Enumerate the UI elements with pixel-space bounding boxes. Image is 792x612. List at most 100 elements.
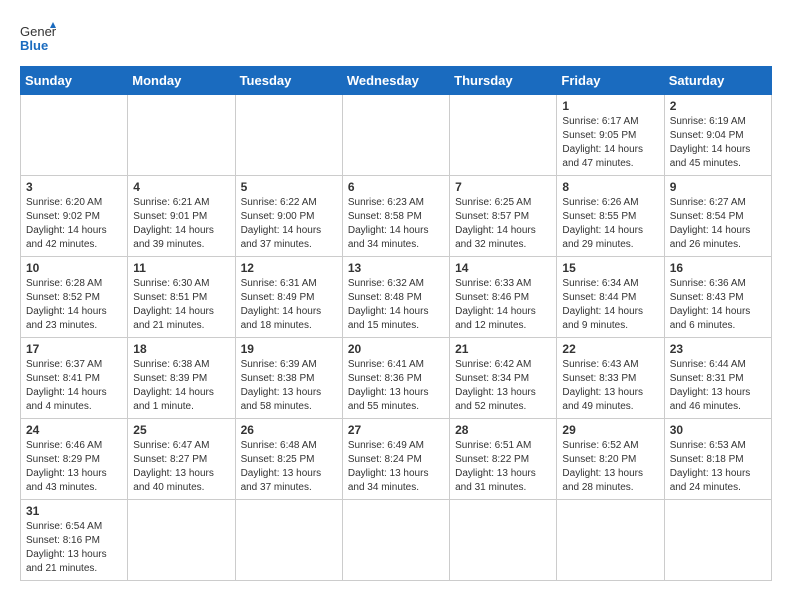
calendar-cell: 7 Sunrise: 6:25 AM Sunset: 8:57 PM Daylig… [450,176,557,257]
calendar-cell: 9 Sunrise: 6:27 AM Sunset: 8:54 PM Daylig… [664,176,771,257]
day-number: 18 [133,342,229,356]
day-info: Sunrise: 6:51 AM Sunset: 8:22 PM Dayligh… [455,439,551,495]
calendar-cell: 27 Sunrise: 6:49 AM Sunset: 8:24 PM Dayli… [342,419,449,500]
calendar-cell: 12 Sunrise: 6:31 AM Sunset: 8:49 PM Dayli… [235,257,342,338]
calendar-cell [450,500,557,581]
calendar-cell: 10Sunrise: 6:28 AM Sunset: 8:52 PM Dayli… [21,257,128,338]
day-info: Sunrise: 6:25 AM Sunset: 8:57 PM Dayligh… [455,196,551,252]
day-number: 29 [562,423,658,437]
calendar-cell: 11Sunrise: 6:30 AM Sunset: 8:51 PM Dayli… [128,257,235,338]
day-info: Sunrise: 6:53 AM Sunset: 8:18 PM Dayligh… [670,439,766,495]
day-info: Sunrise: 6:26 AM Sunset: 8:55 PM Dayligh… [562,196,658,252]
svg-text:Blue: Blue [20,38,48,53]
calendar-body: 1 Sunrise: 6:17 AM Sunset: 9:05 PM Daylig… [21,95,772,581]
calendar-week-row: 10Sunrise: 6:28 AM Sunset: 8:52 PM Dayli… [21,257,772,338]
day-number: 27 [348,423,444,437]
calendar-cell: 25Sunrise: 6:47 AM Sunset: 8:27 PM Dayli… [128,419,235,500]
calendar-cell: 31 Sunrise: 6:54 AM Sunset: 8:16 PM Dayli… [21,500,128,581]
calendar-week-row: 31 Sunrise: 6:54 AM Sunset: 8:16 PM Dayli… [21,500,772,581]
generalblue-logo-icon: General Blue [20,20,56,56]
calendar-cell [450,95,557,176]
day-info: Sunrise: 6:36 AM Sunset: 8:43 PM Dayligh… [670,277,766,333]
day-info: Sunrise: 6:28 AM Sunset: 8:52 PM Dayligh… [26,277,122,333]
day-number: 15 [562,261,658,275]
day-number: 12 [241,261,337,275]
header-tuesday: Tuesday [235,67,342,95]
day-info: Sunrise: 6:27 AM Sunset: 8:54 PM Dayligh… [670,196,766,252]
calendar-week-row: 24 Sunrise: 6:46 AM Sunset: 8:29 PM Dayli… [21,419,772,500]
calendar-cell: 18 Sunrise: 6:38 AM Sunset: 8:39 PM Dayli… [128,338,235,419]
day-number: 23 [670,342,766,356]
header-monday: Monday [128,67,235,95]
calendar-cell: 13Sunrise: 6:32 AM Sunset: 8:48 PM Dayli… [342,257,449,338]
day-info: Sunrise: 6:34 AM Sunset: 8:44 PM Dayligh… [562,277,658,333]
header-friday: Friday [557,67,664,95]
header-wednesday: Wednesday [342,67,449,95]
day-number: 17 [26,342,122,356]
calendar-cell: 3Sunrise: 6:20 AM Sunset: 9:02 PM Daylig… [21,176,128,257]
day-number: 7 [455,180,551,194]
day-info: Sunrise: 6:47 AM Sunset: 8:27 PM Dayligh… [133,439,229,495]
day-number: 6 [348,180,444,194]
calendar-cell [21,95,128,176]
day-info: Sunrise: 6:54 AM Sunset: 8:16 PM Dayligh… [26,520,122,576]
day-info: Sunrise: 6:33 AM Sunset: 8:46 PM Dayligh… [455,277,551,333]
calendar-cell: 1 Sunrise: 6:17 AM Sunset: 9:05 PM Daylig… [557,95,664,176]
day-info: Sunrise: 6:31 AM Sunset: 8:49 PM Dayligh… [241,277,337,333]
header-sunday: Sunday [21,67,128,95]
day-number: 16 [670,261,766,275]
calendar-cell [128,95,235,176]
day-info: Sunrise: 6:39 AM Sunset: 8:38 PM Dayligh… [241,358,337,414]
calendar-cell: 17 Sunrise: 6:37 AM Sunset: 8:41 PM Dayli… [21,338,128,419]
day-info: Sunrise: 6:41 AM Sunset: 8:36 PM Dayligh… [348,358,444,414]
calendar-cell [342,500,449,581]
calendar-cell: 21Sunrise: 6:42 AM Sunset: 8:34 PM Dayli… [450,338,557,419]
header: General Blue [20,20,772,56]
day-info: Sunrise: 6:19 AM Sunset: 9:04 PM Dayligh… [670,115,766,171]
calendar-cell: 23 Sunrise: 6:44 AM Sunset: 8:31 PM Dayli… [664,338,771,419]
day-number: 2 [670,99,766,113]
calendar-cell [342,95,449,176]
calendar-cell: 26Sunrise: 6:48 AM Sunset: 8:25 PM Dayli… [235,419,342,500]
calendar-cell [128,500,235,581]
day-info: Sunrise: 6:52 AM Sunset: 8:20 PM Dayligh… [562,439,658,495]
day-number: 9 [670,180,766,194]
calendar-cell: 2 Sunrise: 6:19 AM Sunset: 9:04 PM Daylig… [664,95,771,176]
day-info: Sunrise: 6:38 AM Sunset: 8:39 PM Dayligh… [133,358,229,414]
calendar-cell: 20 Sunrise: 6:41 AM Sunset: 8:36 PM Dayli… [342,338,449,419]
header-saturday: Saturday [664,67,771,95]
day-info: Sunrise: 6:44 AM Sunset: 8:31 PM Dayligh… [670,358,766,414]
day-number: 14 [455,261,551,275]
calendar-cell: 19 Sunrise: 6:39 AM Sunset: 8:38 PM Dayli… [235,338,342,419]
day-number: 19 [241,342,337,356]
day-number: 1 [562,99,658,113]
day-info: Sunrise: 6:32 AM Sunset: 8:48 PM Dayligh… [348,277,444,333]
calendar-cell: 15 Sunrise: 6:34 AM Sunset: 8:44 PM Dayli… [557,257,664,338]
calendar-cell: 24 Sunrise: 6:46 AM Sunset: 8:29 PM Dayli… [21,419,128,500]
day-info: Sunrise: 6:37 AM Sunset: 8:41 PM Dayligh… [26,358,122,414]
calendar-cell: 30 Sunrise: 6:53 AM Sunset: 8:18 PM Dayli… [664,419,771,500]
calendar-cell: 29 Sunrise: 6:52 AM Sunset: 8:20 PM Dayli… [557,419,664,500]
day-info: Sunrise: 6:17 AM Sunset: 9:05 PM Dayligh… [562,115,658,171]
day-number: 22 [562,342,658,356]
day-number: 28 [455,423,551,437]
day-number: 24 [26,423,122,437]
day-info: Sunrise: 6:49 AM Sunset: 8:24 PM Dayligh… [348,439,444,495]
calendar-cell: 6Sunrise: 6:23 AM Sunset: 8:58 PM Daylig… [342,176,449,257]
calendar-cell [664,500,771,581]
logo: General Blue [20,20,60,56]
header-thursday: Thursday [450,67,557,95]
day-number: 30 [670,423,766,437]
calendar-cell: 22Sunrise: 6:43 AM Sunset: 8:33 PM Dayli… [557,338,664,419]
day-number: 31 [26,504,122,518]
calendar-cell: 4 Sunrise: 6:21 AM Sunset: 9:01 PM Daylig… [128,176,235,257]
calendar-cell: 8Sunrise: 6:26 AM Sunset: 8:55 PM Daylig… [557,176,664,257]
day-info: Sunrise: 6:46 AM Sunset: 8:29 PM Dayligh… [26,439,122,495]
day-number: 4 [133,180,229,194]
day-number: 20 [348,342,444,356]
calendar-week-row: 3Sunrise: 6:20 AM Sunset: 9:02 PM Daylig… [21,176,772,257]
day-info: Sunrise: 6:20 AM Sunset: 9:02 PM Dayligh… [26,196,122,252]
day-info: Sunrise: 6:21 AM Sunset: 9:01 PM Dayligh… [133,196,229,252]
calendar-cell: 14 Sunrise: 6:33 AM Sunset: 8:46 PM Dayli… [450,257,557,338]
day-info: Sunrise: 6:48 AM Sunset: 8:25 PM Dayligh… [241,439,337,495]
